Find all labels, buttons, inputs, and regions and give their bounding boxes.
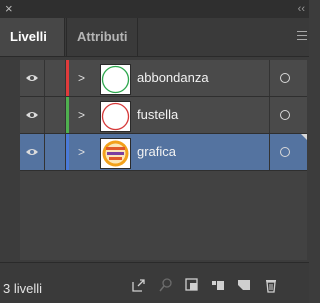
target-circle-icon bbox=[280, 73, 290, 83]
panel-menu-icon[interactable] bbox=[297, 31, 307, 43]
layer-color-bar bbox=[66, 134, 69, 170]
visibility-toggle[interactable] bbox=[20, 60, 45, 96]
expand-chevron-icon[interactable]: > bbox=[78, 60, 85, 96]
layer-row-fustella[interactable]: > fustella bbox=[20, 97, 307, 134]
expand-chevron-icon[interactable]: > bbox=[78, 97, 85, 133]
new-sublayer-icon[interactable] bbox=[210, 277, 226, 293]
layer-row-grafica[interactable]: > grafica bbox=[20, 134, 307, 171]
expand-chevron-icon[interactable]: > bbox=[78, 134, 85, 170]
layer-name[interactable]: abbondanza bbox=[137, 60, 209, 96]
layer-color-bar bbox=[66, 97, 69, 133]
eye-icon bbox=[26, 75, 38, 81]
target-toggle[interactable] bbox=[269, 60, 308, 96]
layer-thumbnail bbox=[100, 138, 131, 169]
layer-count: 3 livelli bbox=[3, 281, 43, 296]
delete-icon[interactable] bbox=[263, 277, 279, 293]
close-icon[interactable]: × bbox=[5, 1, 13, 17]
selection-indicator bbox=[301, 134, 307, 140]
layer-name[interactable]: grafica bbox=[137, 134, 176, 170]
export-icon[interactable] bbox=[131, 277, 147, 293]
tab-livelli[interactable]: Livelli bbox=[0, 18, 65, 56]
visibility-toggle[interactable] bbox=[20, 97, 45, 133]
locate-object-icon[interactable] bbox=[158, 277, 174, 293]
collapse-panel-icon[interactable]: ‹‹ bbox=[298, 2, 305, 16]
target-circle-icon bbox=[280, 147, 290, 157]
target-circle-icon bbox=[280, 110, 290, 120]
visibility-toggle[interactable] bbox=[20, 134, 45, 170]
new-layer-icon[interactable] bbox=[236, 277, 252, 293]
layer-thumbnail bbox=[100, 64, 131, 95]
clipping-mask-icon[interactable] bbox=[184, 277, 200, 293]
layer-thumbnail bbox=[100, 101, 131, 132]
lock-toggle[interactable] bbox=[45, 60, 66, 96]
panel-top-strip: × ‹‹ bbox=[0, 0, 309, 18]
layers-list: > abbondanza > fustella > grafica bbox=[20, 60, 307, 260]
layer-row-abbondanza[interactable]: > abbondanza bbox=[20, 60, 307, 97]
panel-footer: 3 livelli bbox=[0, 262, 309, 303]
tab-attributi[interactable]: Attributi bbox=[66, 18, 138, 56]
eye-icon bbox=[26, 112, 38, 118]
eye-icon bbox=[26, 149, 38, 155]
tab-bar: Livelli Attributi bbox=[0, 18, 309, 57]
layer-color-bar bbox=[66, 60, 69, 96]
lock-toggle[interactable] bbox=[45, 97, 66, 133]
layer-name[interactable]: fustella bbox=[137, 97, 178, 133]
target-toggle[interactable] bbox=[269, 97, 308, 133]
lock-toggle[interactable] bbox=[45, 134, 66, 170]
